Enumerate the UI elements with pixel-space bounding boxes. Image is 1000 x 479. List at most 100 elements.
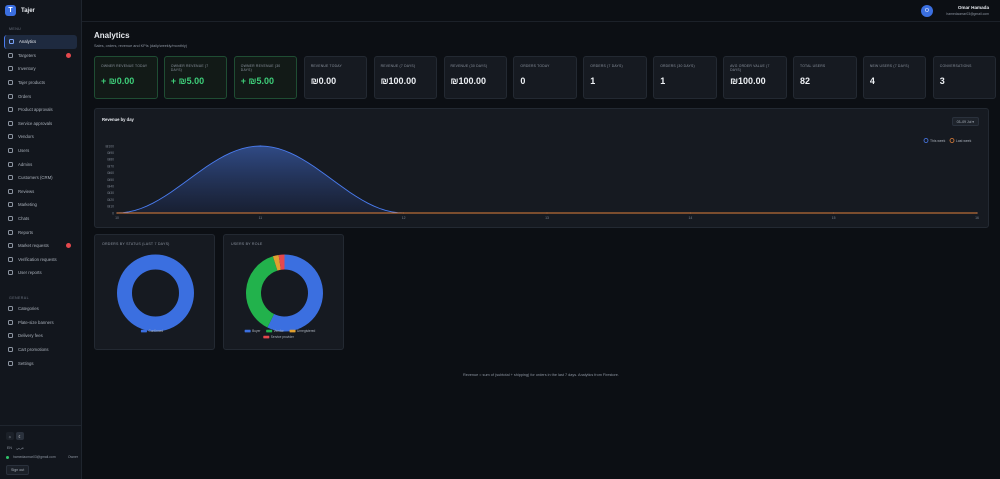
sidebar-item-label: Users xyxy=(18,148,30,154)
sidebar-item-vendors[interactable]: Vendors xyxy=(4,130,77,144)
lang-en[interactable]: EN xyxy=(7,446,12,450)
kpi-card: NEW USERS (7 DAYS) 4 xyxy=(862,56,927,99)
sidebar-item-label: Plate-size banners xyxy=(18,319,54,325)
pie-slice xyxy=(272,254,282,271)
legend-swatch xyxy=(949,138,955,143)
sidebar-item-plate-size-banners[interactable]: Plate-size banners xyxy=(4,316,77,330)
sidebar-item-targeters[interactable]: Targeters xyxy=(4,49,77,63)
orders-status-panel: ORDERS BY STATUS (LAST 7 DAYS) Confirmed xyxy=(94,234,215,350)
sidebar-item-marketing[interactable]: Marketing xyxy=(4,198,77,212)
sidebar-item-admins[interactable]: Admins xyxy=(4,157,77,171)
legend-label[interactable]: Last week xyxy=(956,139,972,143)
sidebar-item-inventory[interactable]: Inventory xyxy=(4,62,77,76)
revenue-chart: 0 ₪10 ₪20 ₪30 ₪40 ₪50 ₪60 ₪70 ₪80 ₪90 ₪100 10 11 12 13… xyxy=(105,138,979,220)
legend-label: Vendor xyxy=(274,329,285,333)
sun-icon[interactable]: ☼ xyxy=(6,432,14,440)
sidebar-item-user-reports[interactable]: User reports xyxy=(4,266,77,280)
kpi-value: 4 xyxy=(869,76,875,86)
sign-out-button[interactable]: Sign out xyxy=(6,465,30,475)
sidebar-item-cart-promotions[interactable]: Cart promotions xyxy=(4,343,77,357)
sidebar-item-analytics[interactable]: Analytics xyxy=(4,35,77,49)
sidebar-item-orders[interactable]: Orders xyxy=(4,89,77,103)
kpi-card: OWNER REVENUE (7 DAYS) + ₪5.00 xyxy=(163,56,228,99)
sidebar-item-product-approvals[interactable]: Product approvals xyxy=(4,103,77,117)
sidebar-item-label: Verification requests xyxy=(18,256,57,262)
y-tick-label: ₪20 xyxy=(107,198,114,202)
kpi-label: OWNER REVENUE (30 DAYS) xyxy=(240,64,281,73)
account-info: hamedaomar03@gmail.com Owner xyxy=(6,455,78,459)
users-role-panel: USERS BY ROLE Buyer Vendor Unregistered Ser… xyxy=(223,234,344,350)
sidebar-nav-main: Analytics Targeters Inventory Tajer product… xyxy=(4,35,77,280)
pie-slice xyxy=(267,254,323,332)
cart-icon xyxy=(8,93,13,99)
sidebar-item-market-requests[interactable]: Market requests xyxy=(4,239,77,253)
data-point xyxy=(833,212,835,214)
legend-swatch xyxy=(923,138,929,143)
kpi-card: REVENUE (7 DAYS) ₪100.00 xyxy=(373,56,438,99)
sidebar-item-service-approvals[interactable]: Service approvals xyxy=(4,117,77,131)
kpi-value: 3 xyxy=(939,76,945,86)
sidebar-item-label: Analytics xyxy=(19,39,37,45)
avatar[interactable]: O xyxy=(921,5,933,17)
legend-label: Service provider xyxy=(271,335,295,339)
brand-name: Tajer xyxy=(21,7,35,14)
legend-label: Unregistered xyxy=(297,329,315,333)
sidebar-item-label: Tajer products xyxy=(18,80,45,86)
data-point xyxy=(546,212,548,214)
data-point xyxy=(689,212,691,214)
x-tick-label: 16 xyxy=(975,216,979,220)
kpi-label: OWNER REVENUE TODAY xyxy=(101,64,148,68)
x-tick-label: 14 xyxy=(688,216,692,220)
legend-swatch xyxy=(263,335,270,339)
x-tick-label: 11 xyxy=(259,216,263,220)
check-icon xyxy=(8,107,13,113)
data-point xyxy=(116,212,118,214)
sidebar-item-customers-crm[interactable]: Customers (CRM) xyxy=(4,171,77,185)
legend-label: Confirmed xyxy=(148,329,163,333)
wrench-icon xyxy=(8,120,13,126)
sidebar-item-users[interactable]: Users xyxy=(4,144,77,158)
notification-badge xyxy=(66,52,71,58)
sidebar-item-reviews[interactable]: Reviews xyxy=(4,185,77,199)
kpi-label: REVENUE (7 DAYS) xyxy=(380,64,416,68)
sidebar: T Tajer MENU Analytics Targeters Inventory… xyxy=(0,0,82,479)
pie-slice xyxy=(246,256,278,328)
lang-ar[interactable]: عربي xyxy=(16,446,24,450)
sidebar-item-verification-requests[interactable]: Verification requests xyxy=(4,253,77,267)
sidebar-item-tajer-products[interactable]: Tajer products xyxy=(4,76,77,90)
sidebar-item-settings[interactable]: Settings xyxy=(4,356,77,370)
gift-icon xyxy=(8,347,13,353)
y-tick-label: ₪80 xyxy=(107,158,114,162)
x-tick-label: 13 xyxy=(545,216,549,220)
kpi-card: TOTAL USERS 82 xyxy=(793,56,857,99)
grid-icon xyxy=(8,306,13,312)
account-role: Owner xyxy=(68,455,78,459)
kpi-value: + ₪5.00 xyxy=(240,76,275,86)
kpi-value: ₪0.00 xyxy=(310,76,337,86)
sidebar-item-reports[interactable]: Reports xyxy=(4,225,77,239)
user-name: Omar Hamada xyxy=(957,5,989,10)
page-subtitle: Sales, orders, revenue and KPIs (daily/w… xyxy=(94,44,188,48)
sidebar-item-label: Customers (CRM) xyxy=(18,175,53,181)
online-status-icon xyxy=(6,455,9,459)
top-bar xyxy=(82,0,1000,22)
notification-badge xyxy=(66,243,71,249)
sidebar-item-label: Chats xyxy=(18,216,30,222)
shield-icon xyxy=(8,161,13,167)
sidebar-item-delivery-fees[interactable]: Delivery fees xyxy=(4,329,77,343)
brand[interactable]: T Tajer xyxy=(5,5,35,16)
kpi-label: REVENUE TODAY xyxy=(310,64,342,68)
sidebar-item-label: Orders xyxy=(18,93,32,99)
theme-toggle: ☼ ☾ xyxy=(6,432,24,440)
sidebar-item-categories[interactable]: Categories xyxy=(4,302,77,316)
flag-icon xyxy=(8,229,13,235)
kpi-value: 1 xyxy=(590,76,596,86)
legend-label[interactable]: This week xyxy=(930,139,946,143)
people-icon xyxy=(8,175,13,181)
sidebar-item-chats[interactable]: Chats xyxy=(4,212,77,226)
footer-note: Revenue = sum of (subtotal + shipping) f… xyxy=(463,373,619,377)
y-tick-label: 0 xyxy=(112,211,114,215)
moon-icon[interactable]: ☾ xyxy=(16,432,24,440)
sidebar-item-label: Market requests xyxy=(18,243,49,249)
chat-icon xyxy=(8,216,13,222)
